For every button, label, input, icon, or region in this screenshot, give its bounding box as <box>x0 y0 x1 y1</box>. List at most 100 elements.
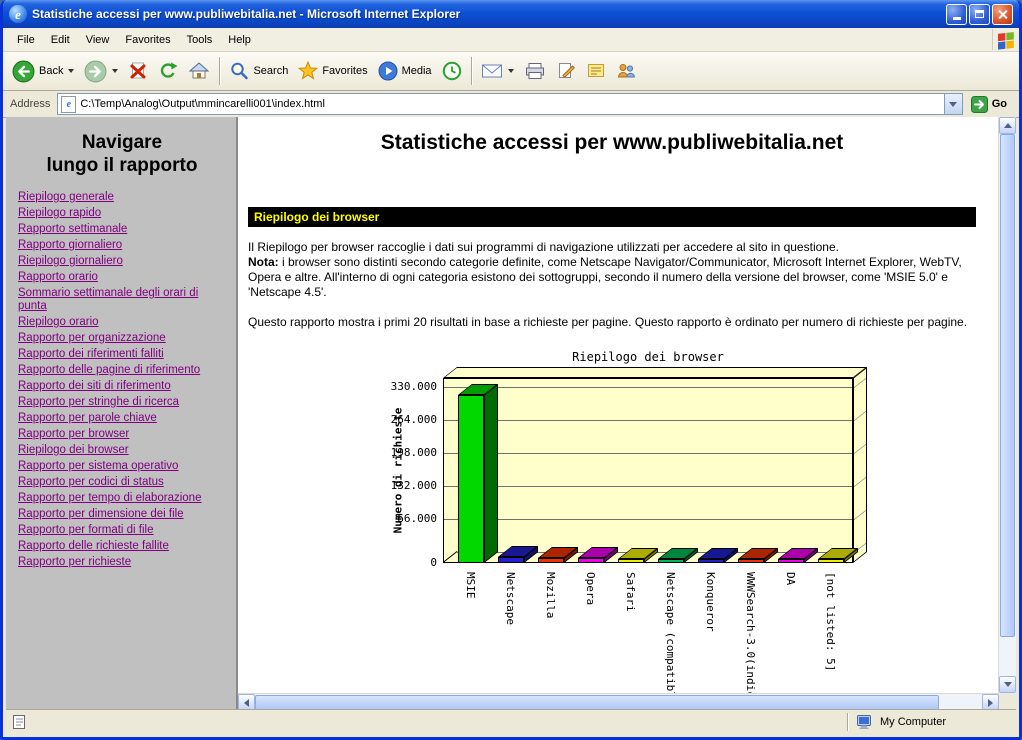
content-area: Navigare lungo il rapporto Riepilogo gen… <box>6 117 1016 710</box>
sidebar-link[interactable]: Rapporto dei siti di riferimento <box>18 380 226 393</box>
sidebar-link[interactable]: Rapporto orario <box>18 271 226 284</box>
chart-gridline <box>444 387 852 388</box>
edit-button[interactable] <box>551 58 581 84</box>
menu-item-view[interactable]: View <box>78 31 118 49</box>
sidebar-link[interactable]: Riepilogo orario <box>18 316 226 329</box>
scrollbar-corner <box>999 693 1016 710</box>
sidebar-link[interactable]: Sommario settimanale degli orari di punt… <box>18 287 226 313</box>
chart-bar-side-face <box>484 384 498 563</box>
search-button[interactable]: Search <box>224 58 293 84</box>
mail-button[interactable] <box>476 59 519 83</box>
sidebar-link[interactable]: Rapporto per codici di status <box>18 476 226 489</box>
address-dropdown-button[interactable] <box>944 94 962 114</box>
maximize-button[interactable] <box>969 4 990 25</box>
sidebar-link[interactable]: Rapporto per formati di file <box>18 524 226 537</box>
print-icon <box>524 61 546 81</box>
status-page-icon <box>12 714 26 730</box>
favorites-label: Favorites <box>322 65 367 77</box>
sidebar-link[interactable]: Rapporto per dimensione dei file <box>18 508 226 521</box>
menu-item-file[interactable]: File <box>9 31 43 49</box>
main-content: Statistiche accessi per www.publiwebital… <box>238 117 998 693</box>
home-button[interactable] <box>183 58 215 84</box>
sidebar-link[interactable]: Rapporto per organizzazione <box>18 332 226 345</box>
sidebar-link[interactable]: Rapporto delle richieste fallite <box>18 540 226 553</box>
sidebar-link[interactable]: Rapporto dei riferimenti falliti <box>18 348 226 361</box>
history-button[interactable] <box>437 58 467 84</box>
windows-flag-icon <box>992 29 1019 50</box>
favorites-button[interactable]: Favorites <box>293 58 372 84</box>
chart-bar <box>458 395 484 563</box>
close-button[interactable] <box>992 4 1013 25</box>
sidebar-link[interactable]: Rapporto per sistema operativo <box>18 460 226 473</box>
report-frame: Statistiche accessi per www.publiwebital… <box>238 117 1016 710</box>
address-input[interactable] <box>76 95 943 113</box>
chart-bar <box>778 559 804 563</box>
menu-item-help[interactable]: Help <box>220 31 259 49</box>
sidebar-link[interactable]: Riepilogo dei browser <box>18 444 226 457</box>
sidebar-link[interactable]: Riepilogo rapido <box>18 207 226 220</box>
discuss-button[interactable] <box>581 58 611 84</box>
menu-item-tools[interactable]: Tools <box>179 31 221 49</box>
address-bar: Address Go <box>3 91 1019 118</box>
horizontal-scrollbar[interactable] <box>238 693 999 710</box>
sidebar-link[interactable]: Riepilogo generale <box>18 191 226 204</box>
navigation-sidebar: Navigare lungo il rapporto Riepilogo gen… <box>6 117 238 710</box>
refresh-button[interactable] <box>153 58 183 84</box>
titlebar[interactable]: Statistiche accessi per www.publiwebital… <box>3 0 1019 28</box>
menu-item-edit[interactable]: Edit <box>43 31 78 49</box>
toolbar-separator <box>219 57 220 85</box>
arrow-down-icon <box>1004 682 1012 687</box>
chart-bar <box>538 558 564 563</box>
back-label: Back <box>39 65 63 77</box>
chart-bar <box>698 559 724 563</box>
intro-paragraph: Il Riepilogo per browser raccoglie i dat… <box>248 240 974 300</box>
media-button[interactable]: Media <box>373 58 437 84</box>
menu-bar: FileEditViewFavoritesToolsHelp <box>3 28 1019 52</box>
chart-bar <box>578 558 604 563</box>
menu-item-favorites[interactable]: Favorites <box>117 31 178 49</box>
sidebar-link[interactable]: Rapporto settimanale <box>18 223 226 236</box>
sidebar-title-line2: lungo il rapporto <box>18 154 226 177</box>
search-icon <box>229 61 249 81</box>
chart-ytick-label: 198.000 <box>363 446 437 459</box>
chart-y-axis-label: Numero di richieste <box>392 371 405 571</box>
sidebar-link[interactable]: Rapporto per parole chiave <box>18 412 226 425</box>
window-title: Statistiche accessi per www.publiwebital… <box>32 7 944 21</box>
toolbar: Back Search Favorites Media <box>3 52 1019 91</box>
minimize-button[interactable] <box>946 4 967 25</box>
sidebar-link[interactable]: Riepilogo giornaliero <box>18 255 226 268</box>
go-button[interactable]: Go <box>963 96 1015 113</box>
messenger-button[interactable] <box>611 58 641 84</box>
sidebar-link[interactable]: Rapporto giornaliero <box>18 239 226 252</box>
sidebar-link[interactable]: Rapporto per stringhe di ricerca <box>18 396 226 409</box>
forward-button[interactable] <box>79 57 123 86</box>
forward-icon <box>84 60 107 83</box>
arrow-left-icon <box>244 699 249 707</box>
history-icon <box>442 61 462 81</box>
chart-right-face <box>853 367 867 563</box>
close-icon <box>997 9 1008 20</box>
print-button[interactable] <box>519 58 551 84</box>
back-button[interactable]: Back <box>7 57 79 86</box>
chart-x-label: MSIE <box>477 567 504 586</box>
chart-bar <box>498 557 524 563</box>
horizontal-scroll-thumb[interactable] <box>255 695 939 710</box>
scroll-down-button[interactable] <box>999 676 1016 693</box>
arrow-right-icon <box>988 699 993 707</box>
sidebar-link[interactable]: Rapporto per richieste <box>18 556 226 569</box>
mail-dropdown-caret[interactable] <box>508 69 514 73</box>
forward-dropdown-caret[interactable] <box>112 69 118 73</box>
scroll-up-button[interactable] <box>999 117 1016 134</box>
report-description: Questo rapporto mostra i primi 20 risult… <box>248 315 974 330</box>
my-computer-icon <box>856 714 874 730</box>
vertical-scroll-thumb[interactable] <box>1000 134 1015 637</box>
sidebar-link[interactable]: Rapporto per tempo di elaborazione <box>18 492 226 505</box>
stop-button[interactable] <box>123 58 153 84</box>
sidebar-link[interactable]: Rapporto delle pagine di riferimento <box>18 364 226 377</box>
media-label: Media <box>402 65 432 77</box>
go-icon <box>971 96 988 113</box>
back-dropdown-caret[interactable] <box>68 69 74 73</box>
chart-ytick-label: 264.000 <box>363 413 437 426</box>
vertical-scrollbar[interactable] <box>998 117 1016 693</box>
sidebar-link[interactable]: Rapporto per browser <box>18 428 226 441</box>
